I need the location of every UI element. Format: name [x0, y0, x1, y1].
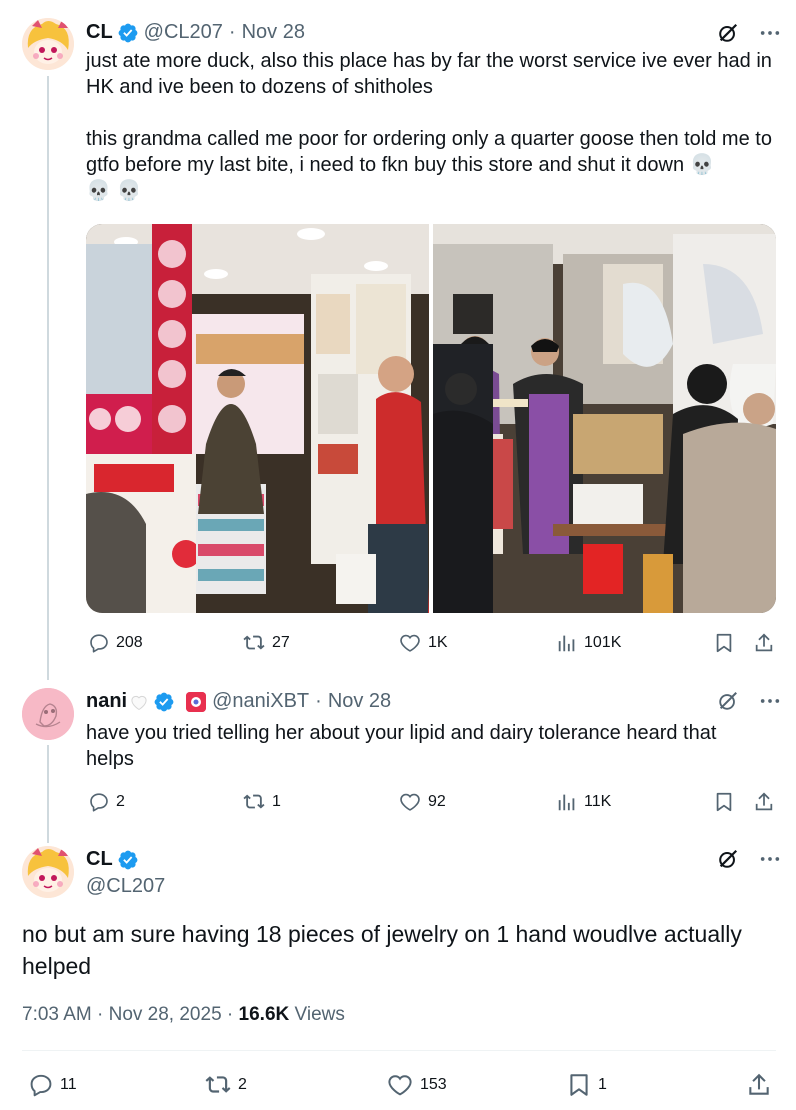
grok-icon[interactable] — [717, 690, 739, 712]
tweet-time[interactable]: 7:03 AM — [22, 1004, 92, 1025]
thread-line — [47, 76, 49, 680]
views-label: Views — [294, 1004, 345, 1025]
repost-icon — [243, 635, 265, 650]
grok-icon[interactable] — [717, 22, 739, 44]
tweet1-header: CL @CL207 · Nov 28 — [86, 21, 305, 44]
tweet-date[interactable]: Nov 28 — [328, 690, 391, 713]
reply-count: 11 — [60, 1076, 77, 1093]
reply-icon — [90, 793, 108, 812]
tweet3-handle-row: @CL207 — [86, 875, 165, 898]
views-button[interactable]: 101K — [556, 632, 621, 654]
tweet2-text: have you tried telling her about your li… — [86, 722, 717, 770]
bookmark-icon[interactable] — [713, 791, 735, 813]
reply-count: 2 — [116, 793, 125, 810]
repost-count: 1 — [272, 793, 281, 810]
like-button[interactable]: 153 — [386, 1072, 447, 1098]
tweet-date[interactable]: Nov 28 — [242, 21, 305, 44]
skull-emoji: 💀 — [86, 180, 111, 202]
repost-button[interactable]: 2 — [204, 1072, 247, 1098]
like-button[interactable]: 92 — [398, 791, 446, 813]
repost-button[interactable]: 1 — [242, 791, 281, 813]
repost-icon — [243, 794, 265, 809]
separator: · — [226, 1004, 234, 1025]
author-handle[interactable]: @CL207 — [86, 875, 165, 898]
more-icon[interactable] — [759, 848, 781, 870]
tweet1-paragraph-2: this grandma called me poor for ordering… — [86, 126, 776, 204]
views-count: 16.6K — [238, 1004, 290, 1025]
tweet2-corner-actions — [717, 690, 781, 712]
avatar-nani[interactable] — [22, 688, 74, 740]
repost-count: 27 — [272, 634, 290, 651]
tweet1-corner-actions — [717, 22, 781, 44]
skull-emoji: 💀 — [116, 180, 142, 202]
separator: · — [315, 690, 322, 712]
repost-icon — [205, 1076, 231, 1093]
like-icon — [400, 634, 420, 652]
more-icon[interactable] — [759, 690, 781, 712]
reply-button[interactable]: 2 — [88, 791, 125, 813]
share-icon[interactable] — [746, 1072, 772, 1098]
grok-icon[interactable] — [717, 848, 739, 870]
tweet1-paragraph-2-text: this grandma called me poor for ordering… — [86, 128, 772, 176]
tweet3-meta: 7:03 AM · Nov 28, 2025 · 16.6K Views — [22, 1004, 345, 1026]
separator: · — [228, 21, 236, 43]
views-count: 101K — [584, 634, 622, 651]
like-button[interactable]: 1K — [398, 632, 448, 654]
tweet2-header: nani @naniXBT · Nov 28 — [86, 690, 391, 713]
more-icon[interactable] — [759, 22, 781, 44]
reply-button[interactable]: 11 — [28, 1072, 77, 1098]
views-button[interactable]: 11K — [556, 791, 611, 813]
like-count: 92 — [428, 793, 446, 810]
like-count: 1K — [428, 634, 448, 651]
share-icon[interactable] — [753, 791, 775, 813]
tweet1-paragraph-1: just ate more duck, also this place has … — [86, 50, 772, 98]
tweet3-corner-actions — [717, 848, 781, 870]
bookmark-icon — [570, 1074, 588, 1096]
photo-restaurant-interior[interactable] — [433, 224, 776, 613]
reply-icon — [90, 634, 108, 653]
like-icon — [388, 1075, 412, 1096]
author-name[interactable]: CL — [86, 21, 113, 44]
reply-count: 208 — [116, 634, 143, 651]
thread-line — [47, 745, 49, 843]
tweet-full-date[interactable]: Nov 28, 2025 — [109, 1004, 222, 1025]
separator: · — [97, 1004, 104, 1025]
tweet1-media[interactable] — [86, 224, 776, 613]
repost-button[interactable]: 27 — [242, 632, 290, 654]
avatar-cl[interactable] — [22, 18, 74, 70]
author-name[interactable]: CL — [86, 848, 113, 871]
reply-button[interactable]: 208 — [88, 632, 143, 654]
like-icon — [400, 793, 420, 811]
bookmark-count: 1 — [598, 1076, 607, 1093]
verified-badge-icon — [118, 850, 138, 869]
views-icon — [558, 635, 575, 652]
author-handle[interactable]: @CL207 — [144, 21, 223, 44]
tweet3-text: no but am sure having 18 pieces of jewel… — [22, 921, 742, 979]
tweet1-text: just ate more duck, also this place has … — [86, 48, 776, 204]
verified-badge-icon — [118, 23, 138, 42]
affiliate-badge-icon — [186, 691, 207, 712]
bookmark-icon[interactable] — [713, 632, 735, 654]
views-icon — [558, 794, 575, 811]
verified-badge-icon — [154, 692, 174, 711]
divider — [22, 1050, 776, 1051]
white-heart-emoji — [131, 695, 147, 710]
reply-icon — [30, 1074, 52, 1097]
views-count: 11K — [584, 793, 612, 810]
repost-count: 2 — [238, 1076, 247, 1093]
photo-restaurant-storefront[interactable] — [86, 224, 429, 613]
like-count: 153 — [420, 1076, 447, 1093]
bookmark-button[interactable]: 1 — [566, 1072, 607, 1098]
avatar-cl[interactable] — [22, 846, 74, 898]
author-handle[interactable]: @naniXBT — [212, 690, 309, 713]
skull-emoji: 💀 — [689, 154, 715, 176]
author-name[interactable]: nani — [86, 690, 127, 713]
tweet3-name-row: CL — [86, 848, 144, 871]
share-icon[interactable] — [753, 632, 775, 654]
